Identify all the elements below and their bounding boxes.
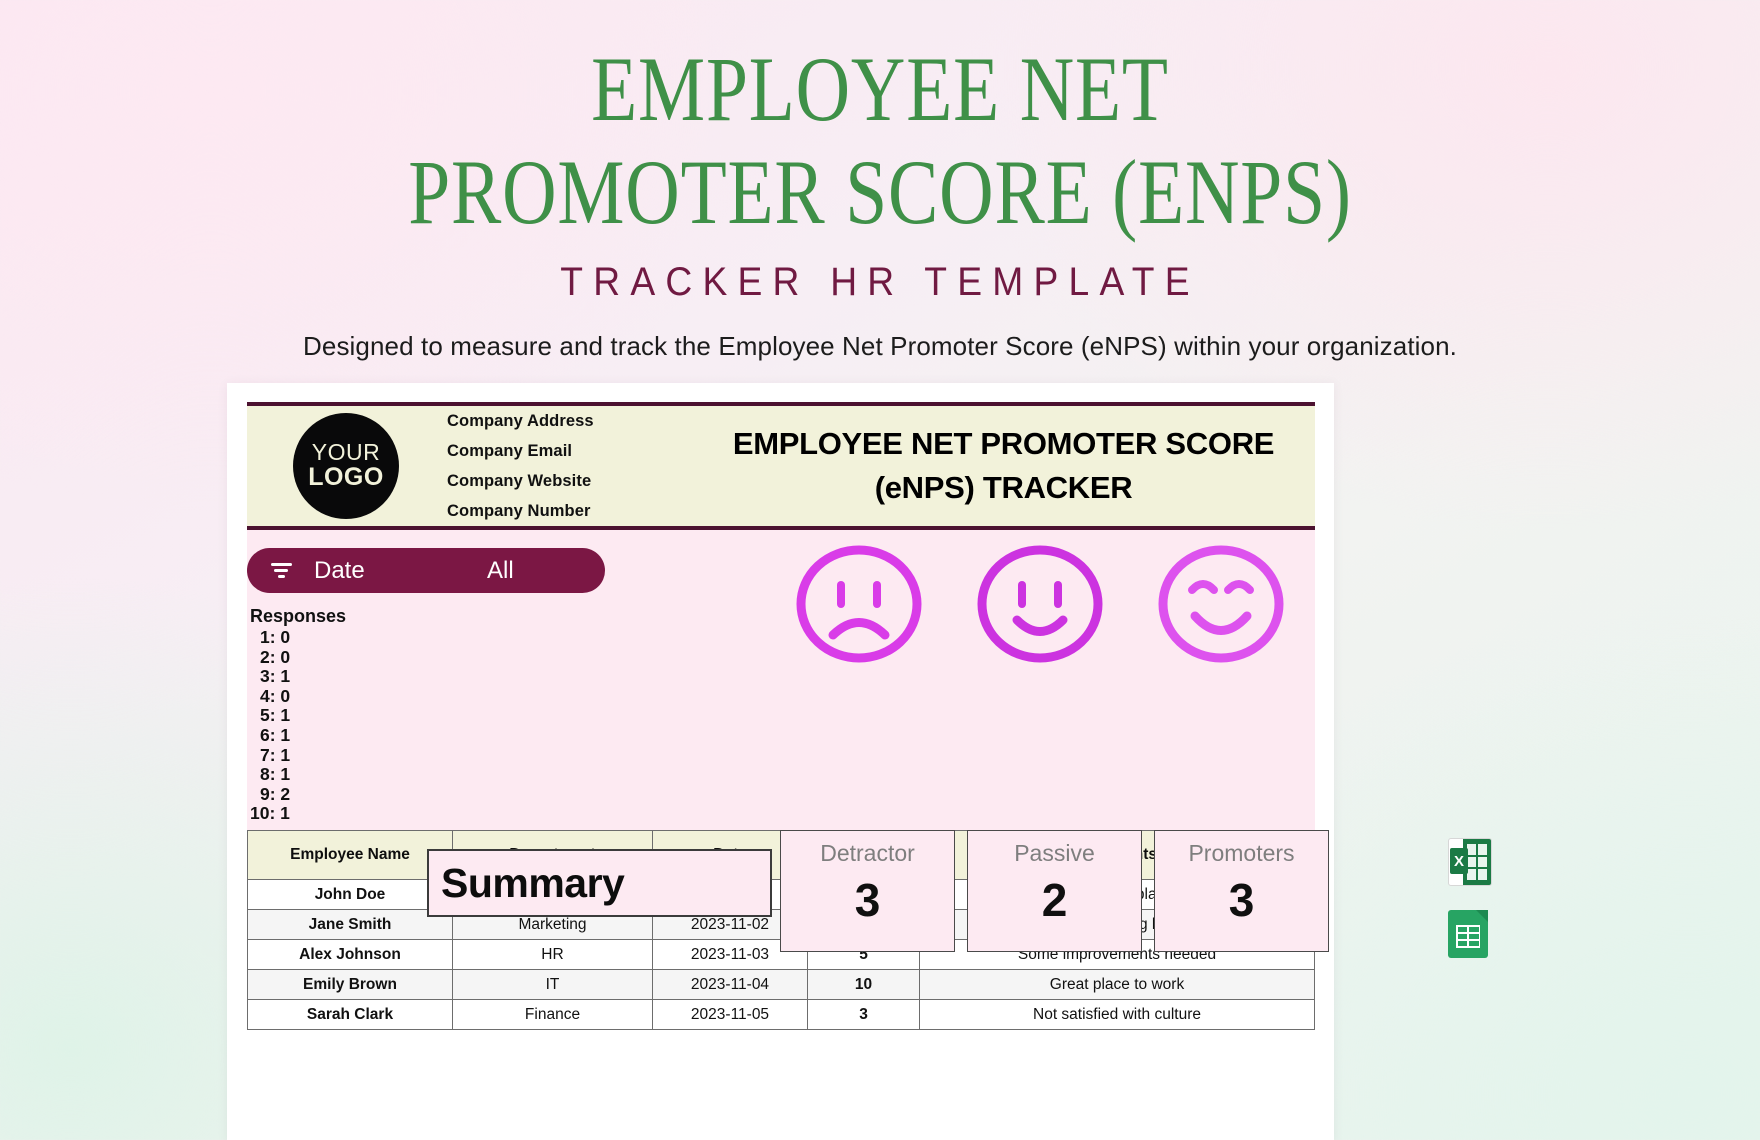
logo-line-2: LOGO bbox=[308, 462, 384, 491]
mood-faces-group bbox=[792, 542, 1288, 666]
cell-comment: Great place to work bbox=[919, 969, 1315, 1000]
passive-value: 2 bbox=[1041, 874, 1068, 926]
excel-file-icon[interactable]: X bbox=[1448, 838, 1492, 886]
cell-enps-response: 10 bbox=[807, 969, 920, 1000]
date-filter-control[interactable]: Date All bbox=[247, 548, 605, 593]
cell-employee-name: Alex Johnson bbox=[247, 939, 453, 970]
date-filter-value[interactable]: All bbox=[487, 557, 514, 585]
cell-enps-response: 3 bbox=[807, 999, 920, 1030]
file-format-icons: X bbox=[1448, 838, 1492, 958]
logo-placeholder: YOUR LOGO bbox=[293, 413, 399, 519]
sheet-title-line-2: (eNPS) TRACKER bbox=[874, 470, 1133, 505]
cell-department: HR bbox=[452, 939, 653, 970]
response-count-1: 1: 0 bbox=[260, 627, 291, 647]
page-description: Designed to measure and track the Employ… bbox=[303, 331, 1457, 362]
response-count-4: 4: 0 bbox=[260, 685, 291, 706]
sheet-header: YOUR LOGO Company Address Company Email … bbox=[247, 402, 1315, 530]
stat-cards-group: Detractor 3 Passive 2 Promoters 3 bbox=[780, 830, 1329, 952]
company-info-block: Company Address Company Email Company We… bbox=[447, 412, 594, 521]
spreadsheet: YOUR LOGO Company Address Company Email … bbox=[247, 402, 1329, 1030]
summary-title-box: Summary bbox=[427, 849, 772, 917]
column-header-employee-name[interactable]: Employee Name bbox=[247, 830, 453, 880]
logo-line-1: YOUR bbox=[311, 439, 381, 466]
company-email-label: Company Email bbox=[447, 441, 573, 460]
page-title-line-1: EMPLOYEE NET bbox=[591, 38, 1169, 140]
promoters-value: 3 bbox=[1228, 874, 1255, 926]
cell-date: 2023-11-04 bbox=[652, 969, 808, 1000]
response-count-8: 8: 1 bbox=[260, 764, 291, 785]
cell-employee-name: Sarah Clark bbox=[247, 999, 453, 1030]
response-count-7: 7: 1 bbox=[260, 744, 291, 765]
page-title: EMPLOYEE NET PROMOTER SCORE (ENPS) bbox=[158, 38, 1601, 244]
company-address-label: Company Address bbox=[447, 411, 594, 430]
response-count-2: 2: 0 bbox=[260, 646, 291, 667]
cell-employee-name: Emily Brown bbox=[247, 969, 453, 1000]
cell-employee-name: John Doe bbox=[247, 879, 453, 910]
sheet-title-line-1: EMPLOYEE NET PROMOTER SCORE bbox=[732, 425, 1275, 461]
detractor-label: Detractor bbox=[820, 840, 915, 866]
summary-label: Summary bbox=[441, 859, 625, 906]
responses-heading: Responses bbox=[250, 606, 347, 626]
response-count-3: 3: 1 bbox=[260, 666, 291, 687]
passive-stat-card: Passive 2 bbox=[967, 830, 1142, 952]
cell-department: Finance bbox=[452, 999, 653, 1030]
cell-department: IT bbox=[452, 969, 653, 1000]
table-row: Emily Brown IT 2023-11-04 10 Great place… bbox=[247, 969, 1315, 1000]
neutral-smile-face-icon bbox=[973, 542, 1107, 666]
date-filter-label: Date bbox=[314, 556, 365, 584]
cell-comment: Not satisfied with culture bbox=[919, 999, 1315, 1030]
response-count-6: 6: 1 bbox=[260, 724, 291, 745]
sheet-dashboard: Date All Responses 1: 0 2: 0 3: 1 4: 0 5… bbox=[247, 530, 1329, 952]
response-count-9: 9: 2 bbox=[260, 783, 291, 804]
response-count-10: 10: 1 bbox=[250, 803, 290, 824]
company-number-label: Company Number bbox=[447, 501, 591, 520]
hero-section: EMPLOYEE NET PROMOTER SCORE (ENPS) TRACK… bbox=[0, 0, 1760, 362]
page-subtitle: TRACKER HR TEMPLATE bbox=[560, 260, 1200, 305]
sad-face-icon bbox=[792, 542, 926, 666]
page-title-line-2: PROMOTER SCORE (ENPS) bbox=[408, 141, 1352, 244]
detractor-stat-card: Detractor 3 bbox=[780, 830, 955, 952]
responses-breakdown: Responses 1: 0 2: 0 3: 1 4: 0 5: 1 6: 1 … bbox=[250, 606, 346, 824]
promoters-stat-card: Promoters 3 bbox=[1154, 830, 1329, 952]
google-sheets-file-icon[interactable] bbox=[1448, 910, 1492, 958]
template-preview-card[interactable]: YOUR LOGO Company Address Company Email … bbox=[227, 383, 1334, 1140]
detractor-value: 3 bbox=[854, 874, 881, 926]
cell-employee-name: Jane Smith bbox=[247, 909, 453, 940]
sheet-title: EMPLOYEE NET PROMOTER SCORE (eNPS) TRACK… bbox=[702, 422, 1305, 510]
happy-face-icon bbox=[1154, 542, 1288, 666]
company-website-label: Company Website bbox=[447, 471, 592, 490]
filter-icon bbox=[269, 561, 293, 581]
table-row: Sarah Clark Finance 2023-11-05 3 Not sat… bbox=[247, 999, 1315, 1030]
cell-date: 2023-11-05 bbox=[652, 999, 808, 1030]
passive-label: Passive bbox=[1014, 840, 1095, 866]
response-count-5: 5: 1 bbox=[260, 705, 291, 726]
promoters-label: Promoters bbox=[1188, 840, 1295, 866]
excel-x-letter: X bbox=[1450, 848, 1468, 874]
